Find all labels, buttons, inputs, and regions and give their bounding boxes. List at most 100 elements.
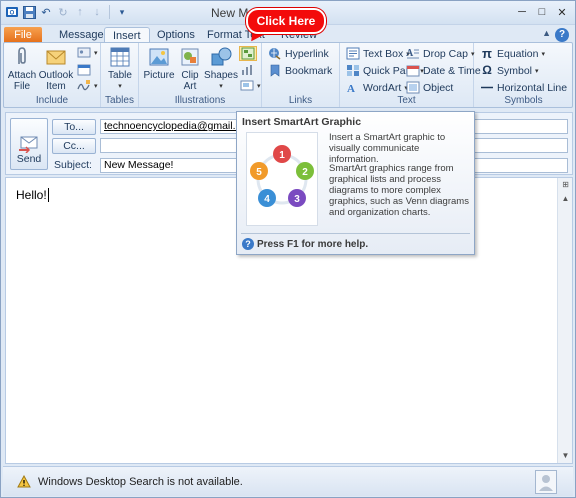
tooltip-help-icon: ?	[242, 238, 254, 250]
group-include: Attach File Outlook Item ▾ ▾ Include	[4, 43, 101, 107]
cc-button[interactable]: Cc...	[52, 138, 96, 154]
close-icon[interactable]: ✕	[553, 4, 571, 20]
smartart-preview-image: 1 2 3 4 5	[246, 132, 318, 226]
hyperlink-label: Hyperlink	[285, 47, 329, 60]
text-box-button[interactable]: Text Box ▾	[346, 47, 410, 60]
down-arrow-icon[interactable]: ↓	[90, 5, 104, 19]
business-card-button[interactable]: ▾	[77, 46, 98, 59]
group-text-label: Text	[397, 95, 416, 106]
envelope-icon	[46, 50, 66, 65]
equation-label: Equation	[497, 47, 539, 60]
warning-icon	[17, 475, 31, 488]
quick-parts-icon	[347, 65, 359, 76]
horizontal-line-icon	[481, 86, 493, 89]
tooltip-divider	[241, 233, 470, 234]
undo-icon[interactable]: ↶	[39, 5, 53, 19]
attach-file-label: Attach File	[7, 70, 37, 92]
subject-label: Subject:	[54, 159, 92, 171]
drop-cap-icon: A	[406, 48, 419, 59]
table-dropdown-icon: ▾	[118, 83, 122, 90]
group-text: Text Box ▾ Quick Parts ▾ A WordArt ▾ A Drop…	[340, 43, 481, 107]
signature-button[interactable]: ▾	[77, 79, 98, 92]
qat-separator	[109, 5, 110, 19]
paperclip-icon	[18, 47, 26, 64]
smartart-node-label-1: 1	[279, 150, 285, 161]
clip-art-button[interactable]: Clip Art	[178, 46, 202, 92]
customize-qat-icon[interactable]: ▾	[115, 5, 129, 19]
outlook-message-window: O ↶ ↻ ↑ ↓ ▾ New Me (HTML) ─ □ ✕ File Mes…	[0, 0, 576, 498]
scroll-up-icon[interactable]: ▲	[558, 192, 573, 206]
group-illustrations-label: Illustrations	[174, 95, 226, 106]
wordart-label: WordArt	[363, 81, 402, 94]
text-box-label: Text Box	[363, 47, 404, 60]
minimize-icon[interactable]: ─	[513, 4, 531, 20]
person-icon	[539, 475, 553, 491]
tooltip-title: Insert SmartArt Graphic	[242, 116, 362, 128]
group-links: Hyperlink Bookmark Links	[262, 43, 340, 107]
maximize-icon[interactable]: □	[533, 4, 551, 20]
group-illustrations: Picture Clip Art Shapes ▾ ▾ Illustration…	[139, 43, 262, 107]
redo-icon[interactable]: ↻	[56, 5, 70, 19]
object-button[interactable]: Object	[406, 81, 453, 94]
scroll-down-icon[interactable]: ▼	[558, 449, 573, 463]
horizontal-line-button[interactable]: Horizontal Line	[480, 81, 567, 94]
wordart-button[interactable]: A WordArt ▾	[346, 81, 408, 95]
send-label: Send	[16, 153, 42, 165]
date-time-button[interactable]: Date & Time	[406, 64, 481, 77]
group-links-label: Links	[288, 95, 313, 106]
to-recipient[interactable]: technoencyclopedia@gmail.com	[104, 120, 255, 132]
vertical-scrollbar[interactable]: ⊞ ▲ ▼	[557, 178, 572, 463]
screenshot-icon	[240, 80, 254, 91]
help-icon[interactable]: ?	[555, 28, 569, 42]
status-bar: Windows Desktop Search is not available.	[3, 466, 573, 496]
status-message: Windows Desktop Search is not available.	[38, 476, 243, 488]
click-here-callout: Click Here	[246, 8, 326, 34]
business-card-icon	[77, 47, 91, 58]
minimize-ribbon-icon[interactable]: ▲	[542, 28, 551, 38]
outlook-item-button[interactable]: Outlook Item	[38, 46, 74, 92]
up-arrow-icon[interactable]: ↑	[73, 5, 87, 19]
date-time-label: Date & Time	[423, 64, 481, 77]
send-icon	[19, 136, 38, 153]
clip-art-icon	[181, 48, 199, 66]
symbol-button[interactable]: Ω Symbol ▾	[480, 64, 538, 77]
ruler-toggle-icon[interactable]: ⊞	[558, 178, 573, 192]
horizontal-line-label: Horizontal Line	[497, 81, 568, 94]
shapes-icon	[211, 47, 232, 66]
smartart-icon	[241, 47, 255, 60]
attach-file-button[interactable]: Attach File	[7, 46, 37, 92]
tooltip-description-1: Insert a SmartArt graphic to visually co…	[329, 132, 446, 165]
drop-cap-label: Drop Cap	[423, 47, 468, 60]
to-button[interactable]: To...	[52, 119, 96, 135]
picture-button[interactable]: Picture	[143, 46, 175, 81]
body-text[interactable]: Hello!	[16, 188, 49, 202]
svg-text:O: O	[10, 11, 15, 17]
save-icon[interactable]	[22, 5, 36, 19]
tooltip-description-2: SmartArt graphics range from graphical l…	[329, 163, 469, 218]
picture-icon	[149, 48, 169, 66]
calendar-button[interactable]	[77, 63, 91, 76]
equation-button[interactable]: π Equation ▾	[480, 47, 545, 60]
bookmark-button[interactable]: Bookmark	[268, 64, 332, 77]
smartart-tooltip: Insert SmartArt Graphic 1 2 3 4 5 Insert…	[236, 111, 475, 255]
svg-text:A: A	[406, 48, 414, 59]
outlook-app-icon[interactable]: O	[5, 5, 19, 19]
smartart-button[interactable]	[239, 46, 257, 61]
people-pane-avatar[interactable]	[535, 470, 557, 494]
text-box-icon	[346, 47, 360, 60]
shapes-button[interactable]: Shapes ▾	[204, 46, 238, 92]
smartart-node-label-4: 4	[264, 194, 270, 205]
signature-icon	[77, 80, 90, 91]
clip-art-label: Clip Art	[181, 70, 199, 92]
send-button[interactable]: Send	[10, 118, 48, 170]
svg-text:A: A	[347, 83, 355, 94]
text-cursor	[47, 188, 49, 202]
hyperlink-button[interactable]: Hyperlink	[268, 47, 329, 60]
smartart-node-label-5: 5	[256, 167, 262, 178]
body-text-content: Hello!	[16, 188, 47, 202]
screenshot-button[interactable]: ▾	[240, 79, 261, 92]
table-button[interactable]: Table ▾	[106, 46, 134, 92]
drop-cap-button[interactable]: A Drop Cap ▾	[406, 47, 474, 60]
chart-button[interactable]	[240, 63, 254, 76]
smartart-node-label-3: 3	[294, 194, 300, 205]
